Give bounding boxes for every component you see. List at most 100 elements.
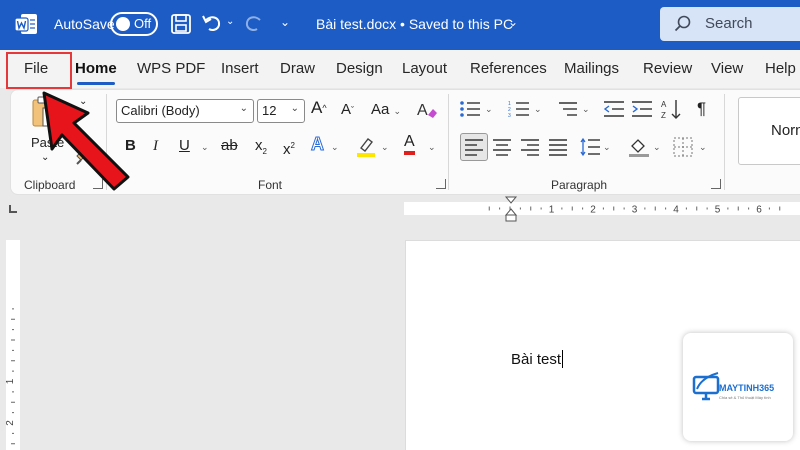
tab-layout[interactable]: Layout bbox=[402, 60, 447, 77]
font-color-button[interactable]: A bbox=[404, 133, 415, 155]
ruler-number: 4 bbox=[673, 205, 679, 216]
search-icon bbox=[674, 15, 691, 32]
font-color-dropdown-icon[interactable]: ⌄ bbox=[428, 136, 436, 157]
save-icon[interactable] bbox=[170, 12, 192, 36]
font-size-select[interactable]: 12 ⌄ bbox=[257, 99, 305, 123]
borders-icon[interactable] bbox=[673, 137, 693, 157]
red-pointer-arrow-icon bbox=[42, 91, 130, 191]
ribbon-tabs: File Home WPS PDF Insert Draw Design Lay… bbox=[0, 50, 800, 88]
title-bar: AutoSave Off ⌄ ⌄ Bài test.docx • Saved t… bbox=[0, 0, 800, 50]
style-normal[interactable]: Norn bbox=[738, 97, 800, 165]
tab-insert[interactable]: Insert bbox=[221, 60, 259, 77]
ruler-number: 5 bbox=[715, 205, 721, 216]
horizontal-ruler[interactable]: 1 2 3 4 5 6 bbox=[404, 202, 800, 216]
tab-stop-selector-icon[interactable] bbox=[9, 205, 17, 213]
multilevel-list-icon[interactable] bbox=[556, 100, 578, 118]
word-logo-icon bbox=[14, 14, 37, 34]
underline-dropdown-icon[interactable]: ⌄ bbox=[201, 136, 209, 157]
justify-icon[interactable] bbox=[548, 138, 568, 156]
grow-font-button[interactable]: A^ bbox=[311, 98, 327, 118]
paragraph-group-label: Paragraph bbox=[551, 178, 608, 192]
maytinh365-logo: MAYTINH365 Chia sẻ & Thủ thuật Máy tính bbox=[683, 333, 793, 441]
change-case-label: Aa bbox=[371, 101, 390, 118]
ruler-number: 3 bbox=[632, 205, 638, 216]
indent-marker-icon[interactable] bbox=[504, 196, 518, 222]
chevron-down-icon: ⌄ bbox=[239, 103, 248, 114]
font-launcher-icon[interactable] bbox=[436, 179, 446, 189]
ruler-number: 2 bbox=[590, 205, 596, 216]
svg-text:A: A bbox=[661, 100, 667, 109]
sort-icon[interactable]: AZ bbox=[661, 98, 683, 120]
align-right-icon[interactable] bbox=[520, 138, 540, 156]
logo-name: MAYTINH365 bbox=[719, 383, 775, 393]
bullets-icon[interactable] bbox=[459, 100, 481, 118]
text-cursor bbox=[562, 350, 564, 368]
svg-text:3: 3 bbox=[508, 113, 511, 118]
superscript-button[interactable]: x2 bbox=[283, 136, 295, 160]
vertical-ruler-ticks: 12 bbox=[5, 308, 16, 445]
highlight-dropdown-icon[interactable]: ⌄ bbox=[381, 136, 389, 157]
tab-home[interactable]: Home bbox=[75, 60, 117, 85]
subscript-button[interactable]: x2 bbox=[255, 136, 267, 162]
divider bbox=[724, 94, 725, 190]
strikethrough-button[interactable]: ab bbox=[221, 136, 238, 156]
line-spacing-dropdown-icon[interactable]: ⌄ bbox=[603, 136, 611, 157]
borders-dropdown-icon[interactable]: ⌄ bbox=[699, 136, 707, 157]
redo-icon[interactable] bbox=[243, 12, 265, 36]
tab-draw[interactable]: Draw bbox=[280, 60, 315, 77]
underline-button[interactable]: U bbox=[179, 136, 190, 156]
grow-font-label: A bbox=[311, 98, 323, 117]
numbering-icon[interactable]: 1 2 3 bbox=[508, 100, 530, 118]
text-effects-dropdown-icon[interactable]: ⌄ bbox=[331, 136, 339, 157]
undo-icon[interactable] bbox=[201, 12, 223, 36]
align-left-icon[interactable] bbox=[464, 138, 484, 156]
divider bbox=[448, 94, 449, 190]
multilevel-dropdown-icon[interactable]: ⌄ bbox=[582, 98, 590, 119]
logo-tagline: Chia sẻ & Thủ thuật Máy tính bbox=[719, 395, 771, 400]
increase-indent-icon[interactable] bbox=[631, 100, 653, 118]
ruler-number: 6 bbox=[756, 205, 762, 216]
toggle-knob bbox=[116, 17, 130, 31]
document-text: Bài test bbox=[511, 351, 562, 368]
bullets-dropdown-icon[interactable]: ⌄ bbox=[485, 98, 493, 119]
decrease-indent-icon[interactable] bbox=[603, 100, 625, 118]
search-label: Search bbox=[705, 15, 753, 32]
ruler-number: 2 bbox=[6, 420, 16, 426]
search-box[interactable]: Search bbox=[660, 7, 800, 41]
autosave-toggle[interactable]: Off bbox=[110, 12, 158, 36]
caret-down-icon: ˇ bbox=[351, 105, 355, 115]
ruler-number: 1 bbox=[6, 378, 16, 384]
ruler-number: 1 bbox=[549, 205, 555, 216]
paragraph-launcher-icon[interactable] bbox=[711, 179, 721, 189]
tab-mailings[interactable]: Mailings bbox=[564, 60, 619, 77]
numbering-dropdown-icon[interactable]: ⌄ bbox=[534, 98, 542, 119]
customize-toolbar-icon[interactable]: ⌄ bbox=[280, 15, 302, 39]
text-effects-button[interactable]: A bbox=[311, 134, 325, 155]
document-title: Bài test.docx • Saved to this PC bbox=[316, 16, 514, 32]
change-case-button[interactable]: Aa ⌄ bbox=[371, 100, 401, 121]
tab-help[interactable]: Help bbox=[765, 60, 796, 77]
show-formatting-button[interactable]: ¶ bbox=[697, 99, 706, 119]
shading-icon[interactable] bbox=[628, 136, 650, 158]
highlight-icon[interactable] bbox=[356, 136, 376, 158]
superscript-label: x bbox=[283, 141, 291, 158]
tab-review[interactable]: Review bbox=[643, 60, 692, 77]
font-group-label: Font bbox=[258, 178, 283, 192]
chevron-down-icon: ⌄ bbox=[393, 106, 402, 116]
tab-view[interactable]: View bbox=[711, 60, 743, 77]
shading-dropdown-icon[interactable]: ⌄ bbox=[653, 136, 661, 157]
tab-design[interactable]: Design bbox=[336, 60, 383, 77]
shrink-font-button[interactable]: Aˇ bbox=[341, 100, 354, 120]
ruler-ticks: 1 2 3 4 5 6 bbox=[488, 205, 781, 216]
align-center-icon[interactable] bbox=[492, 138, 512, 156]
vertical-ruler[interactable]: 12 bbox=[5, 240, 20, 450]
line-spacing-icon[interactable] bbox=[579, 137, 601, 157]
tab-references[interactable]: References bbox=[470, 60, 547, 77]
tab-wps-pdf[interactable]: WPS PDF bbox=[137, 60, 205, 77]
italic-button[interactable]: I bbox=[153, 136, 158, 156]
svg-text:A: A bbox=[417, 102, 428, 119]
document-body-text[interactable]: Bài test bbox=[511, 350, 564, 368]
title-dropdown-icon[interactable]: ⌄ bbox=[508, 15, 518, 29]
clear-formatting-icon[interactable]: A bbox=[416, 99, 438, 121]
font-size-value: 12 bbox=[262, 103, 277, 118]
